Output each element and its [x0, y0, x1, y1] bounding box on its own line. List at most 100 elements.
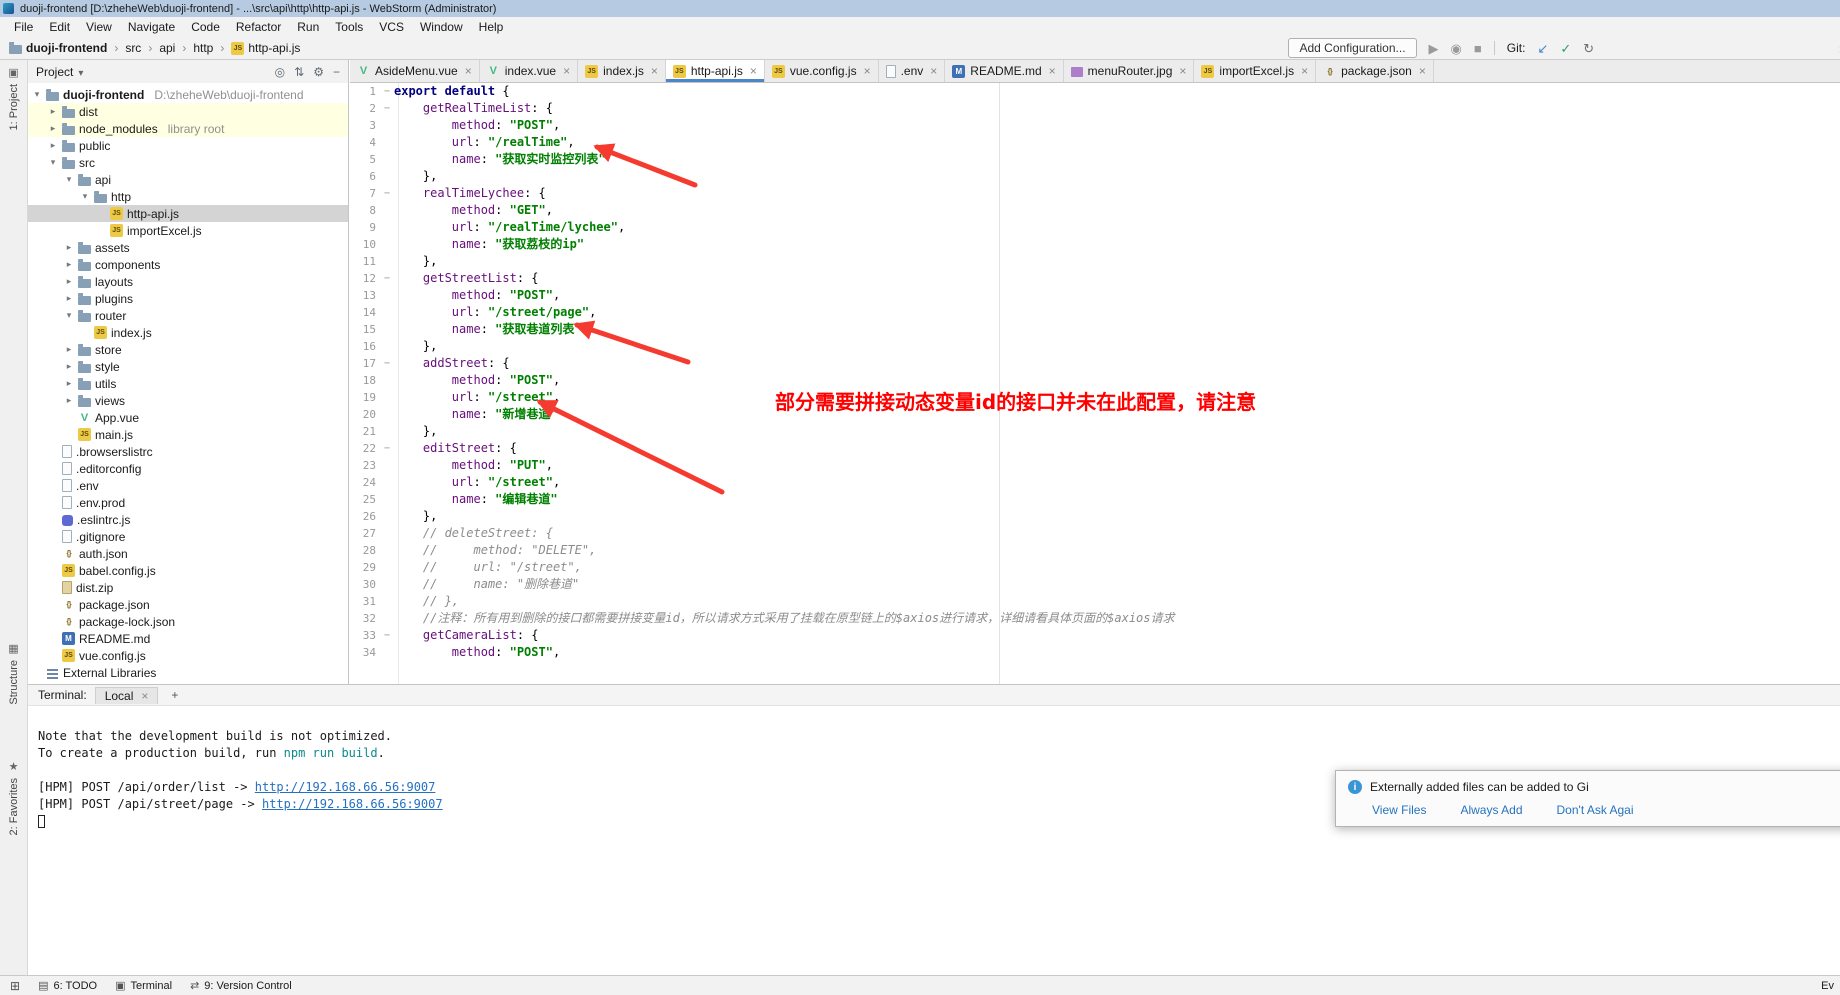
menu-file[interactable]: File	[6, 17, 41, 37]
tool-window-switcher-icon[interactable]: ⊞	[10, 979, 20, 993]
terminal-link[interactable]: http://192.168.66.56:9007	[262, 797, 443, 811]
line-number[interactable]: 12	[350, 270, 380, 287]
new-terminal-button[interactable]	[166, 688, 183, 702]
tab-menurouter-jpg[interactable]: menuRouter.jpg	[1064, 60, 1195, 82]
tree-item-utils[interactable]: ▸utils	[28, 375, 348, 392]
tree-item-browserslistrc[interactable]: .browserslistrc	[28, 443, 348, 460]
code-line[interactable]: 16 },	[350, 338, 1840, 355]
code-line[interactable]: 9 url: "/realTime/lychee",	[350, 219, 1840, 236]
code-line[interactable]: 5 name: "获取实时监控列表"	[350, 151, 1840, 168]
history-icon[interactable]: ◔	[1836, 42, 1840, 55]
line-number[interactable]: 22	[350, 440, 380, 457]
code-line[interactable]: 15 name: "获取巷道列表"	[350, 321, 1840, 338]
fold-marker-icon[interactable]: −	[380, 100, 394, 117]
line-number[interactable]: 32	[350, 610, 380, 627]
tab-importexcel-js[interactable]: JSimportExcel.js	[1194, 60, 1316, 82]
stop-icon[interactable]: ■	[1474, 42, 1482, 55]
tree-item-node-modules[interactable]: ▸node_modules library root	[28, 120, 348, 137]
code-line[interactable]: 8 method: "GET",	[350, 202, 1840, 219]
close-icon[interactable]	[465, 64, 472, 78]
menu-window[interactable]: Window	[412, 17, 471, 37]
hide-icon[interactable]: −	[333, 65, 340, 79]
close-icon[interactable]	[1419, 64, 1426, 78]
tree-item-plugins[interactable]: ▸plugins	[28, 290, 348, 307]
line-number[interactable]: 31	[350, 593, 380, 610]
expand-arrow-icon[interactable]: ▸	[48, 106, 58, 117]
status-9-version-control[interactable]: ⇄9: Version Control	[190, 979, 292, 992]
code-line[interactable]: 1−export default {	[350, 83, 1840, 100]
close-icon[interactable]	[864, 64, 871, 78]
breadcrumb-item-src[interactable]: src	[122, 40, 144, 56]
menu-code[interactable]: Code	[183, 17, 228, 37]
breadcrumb-item-http-api-js[interactable]: JShttp-api.js	[228, 40, 303, 56]
git-revert-icon[interactable]: ↻	[1583, 42, 1594, 55]
fold-marker-icon[interactable]: −	[380, 440, 394, 457]
menu-refactor[interactable]: Refactor	[228, 17, 289, 37]
expand-arrow-icon[interactable]: ▸	[64, 259, 74, 270]
code-line[interactable]: 24 url: "/street",	[350, 474, 1840, 491]
line-number[interactable]: 28	[350, 542, 380, 559]
structure-stripe-button[interactable]: ▦ Structure	[0, 642, 27, 705]
tree-item-components[interactable]: ▸components	[28, 256, 348, 273]
favorites-stripe-button[interactable]: ★ 2: Favorites	[0, 760, 27, 835]
line-number[interactable]: 33	[350, 627, 380, 644]
tree-item-router[interactable]: ▾router	[28, 307, 348, 324]
status-terminal[interactable]: ▣Terminal	[115, 979, 172, 992]
code-line[interactable]: 27 // deleteStreet: {	[350, 525, 1840, 542]
code-line[interactable]: 22− editStreet: {	[350, 440, 1840, 457]
line-number[interactable]: 18	[350, 372, 380, 389]
git-update-icon[interactable]: ↙	[1537, 42, 1548, 55]
terminal-tab-local[interactable]: Local	[95, 687, 159, 704]
fold-marker-icon[interactable]: −	[380, 627, 394, 644]
expand-arrow-icon[interactable]: ▸	[64, 293, 74, 304]
tab-env[interactable]: .env	[879, 60, 946, 82]
close-icon[interactable]	[1049, 64, 1056, 78]
code-line[interactable]: 11 },	[350, 253, 1840, 270]
expand-arrow-icon[interactable]: ▸	[64, 242, 74, 253]
code-line[interactable]: 23 method: "PUT",	[350, 457, 1840, 474]
tree-item-gitignore[interactable]: .gitignore	[28, 528, 348, 545]
expand-arrow-icon[interactable]: ▸	[48, 140, 58, 151]
line-number[interactable]: 27	[350, 525, 380, 542]
tree-item-src[interactable]: ▾src	[28, 154, 348, 171]
chevron-down-icon[interactable]	[78, 65, 83, 79]
line-number[interactable]: 10	[350, 236, 380, 253]
menu-edit[interactable]: Edit	[41, 17, 78, 37]
line-number[interactable]: 7	[350, 185, 380, 202]
code-line[interactable]: 10 name: "获取荔枝的ip"	[350, 236, 1840, 253]
collapse-arrow-icon[interactable]: ▾	[48, 157, 58, 168]
tree-item-style[interactable]: ▸style	[28, 358, 348, 375]
code-line[interactable]: 29 // url: "/street",	[350, 559, 1840, 576]
expand-arrow-icon[interactable]: ▸	[64, 344, 74, 355]
tree-item-store[interactable]: ▸store	[28, 341, 348, 358]
tree-item-views[interactable]: ▸views	[28, 392, 348, 409]
line-number[interactable]: 34	[350, 644, 380, 661]
line-number[interactable]: 14	[350, 304, 380, 321]
tree-item-main-js[interactable]: JSmain.js	[28, 426, 348, 443]
notification-action-view-files[interactable]: View Files	[1372, 803, 1426, 817]
close-icon[interactable]	[930, 64, 937, 78]
menu-tools[interactable]: Tools	[327, 17, 371, 37]
tree-item-env-prod[interactable]: .env.prod	[28, 494, 348, 511]
code-line[interactable]: 33− getCameraList: {	[350, 627, 1840, 644]
collapse-arrow-icon[interactable]: ▾	[80, 191, 90, 202]
fold-marker-icon[interactable]: −	[380, 83, 394, 100]
git-commit-icon[interactable]: ✓	[1560, 42, 1571, 55]
tree-item-http-api-js[interactable]: JShttp-api.js	[28, 205, 348, 222]
code-line[interactable]: 30 // name: "删除巷道"	[350, 576, 1840, 593]
tree-item-readme-md[interactable]: MREADME.md	[28, 630, 348, 647]
fold-marker-icon[interactable]: −	[380, 270, 394, 287]
tree-item-editorconfig[interactable]: .editorconfig	[28, 460, 348, 477]
status-6-todo[interactable]: ▤6: TODO	[38, 979, 97, 992]
tree-item-vue-config-js[interactable]: JSvue.config.js	[28, 647, 348, 664]
code-line[interactable]: 2− getRealTimeList: {	[350, 100, 1840, 117]
settings-icon[interactable]: ⚙	[313, 65, 324, 79]
line-number[interactable]: 29	[350, 559, 380, 576]
breadcrumb-item-http[interactable]: http	[190, 40, 216, 56]
tab-package-json[interactable]: {}package.json	[1316, 60, 1434, 82]
line-number[interactable]: 13	[350, 287, 380, 304]
add-configuration-button[interactable]: Add Configuration...	[1288, 38, 1416, 58]
line-number[interactable]: 3	[350, 117, 380, 134]
menu-vcs[interactable]: VCS	[371, 17, 412, 37]
line-number[interactable]: 21	[350, 423, 380, 440]
